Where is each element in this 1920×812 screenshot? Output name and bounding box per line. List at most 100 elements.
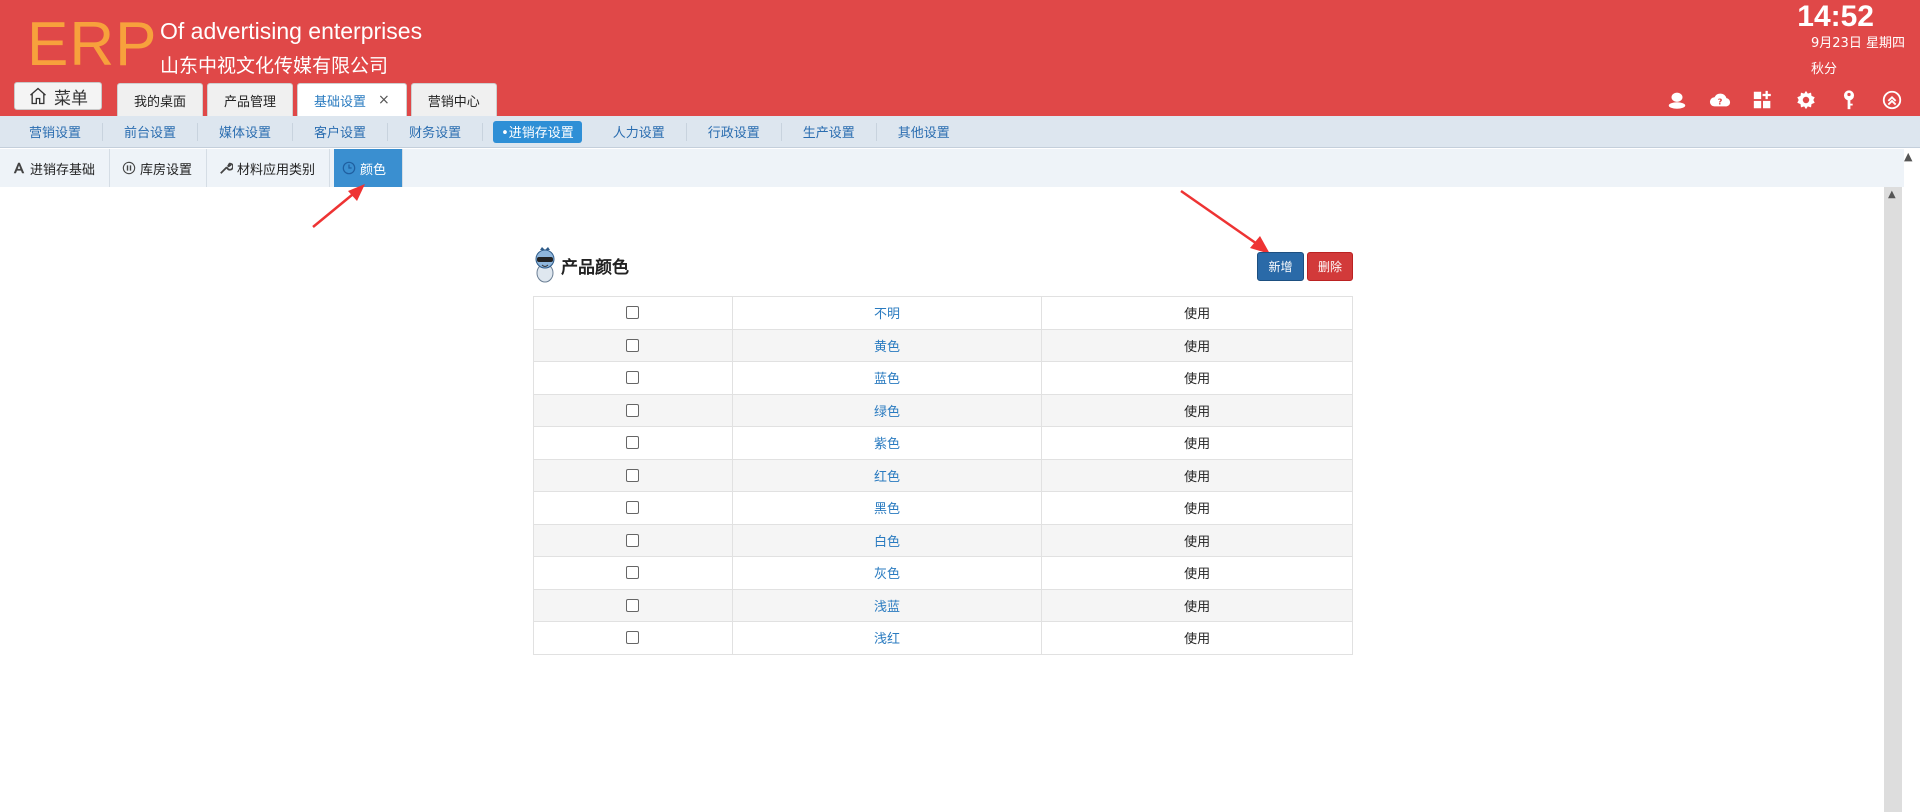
cloud-help-icon[interactable]: ? (1708, 88, 1732, 112)
nav-hr-settings[interactable]: 人力设置 (592, 122, 687, 141)
table-row[interactable]: 浅蓝 使用 (533, 588, 1353, 622)
table-row[interactable]: 绿色 使用 (533, 393, 1353, 427)
table-row[interactable]: 黄色 使用 (533, 328, 1353, 362)
table-row[interactable]: 蓝色 使用 (533, 361, 1353, 395)
tab-label: 基础设置 (314, 94, 367, 110)
subnav-inventory-basics[interactable]: 进销存基础 (0, 149, 111, 187)
table-row[interactable]: 浅红 使用 (533, 621, 1353, 655)
color-name-cell[interactable]: 黑色 (731, 491, 1043, 525)
row-checkbox[interactable] (626, 436, 640, 450)
add-button[interactable]: 新增 (1257, 252, 1304, 281)
nav-front-desk-settings[interactable]: 前台设置 (103, 122, 199, 141)
nav-media-settings[interactable]: 媒体设置 (198, 122, 294, 141)
delete-button[interactable]: 删除 (1307, 252, 1353, 281)
table-row[interactable]: 不明 使用 (533, 296, 1353, 330)
color-name-cell[interactable]: 灰色 (731, 556, 1043, 590)
color-name-cell[interactable]: 蓝色 (731, 361, 1043, 395)
table-row[interactable]: 白色 使用 (533, 523, 1353, 557)
color-name-cell[interactable]: 红色 (731, 458, 1043, 492)
row-checkbox[interactable] (626, 598, 640, 612)
status-cell: 使用 (1041, 588, 1353, 622)
status-cell: 使用 (1041, 458, 1353, 492)
tab-marketing-center[interactable]: 营销中心 (410, 83, 497, 116)
subnav-label: 材料应用类别 (237, 162, 316, 178)
status-cell: 使用 (1041, 393, 1353, 427)
row-checkbox[interactable] (626, 403, 640, 417)
subnav-label: 进销存基础 (30, 162, 96, 178)
tab-product-management[interactable]: 产品管理 (207, 83, 294, 116)
tab-my-desktop[interactable]: 我的桌面 (117, 83, 204, 116)
status-cell: 使用 (1041, 361, 1353, 395)
subnav-warehouse-settings[interactable]: 库房设置 (110, 149, 208, 187)
pause-circle-icon (122, 161, 136, 175)
tab-basic-settings[interactable]: 基础设置 × (297, 83, 407, 116)
row-select-cell (533, 523, 733, 557)
color-name-cell[interactable]: 黄色 (731, 328, 1043, 362)
color-name-cell[interactable]: 浅红 (731, 621, 1043, 655)
nav-inventory-settings[interactable]: •进销存设置 (493, 120, 582, 143)
row-checkbox[interactable] (626, 371, 640, 385)
color-name-cell[interactable]: 白色 (731, 523, 1043, 557)
tab-label: 我的桌面 (134, 94, 187, 110)
mascot-icon (535, 247, 555, 283)
row-checkbox[interactable] (626, 338, 640, 352)
app-header: ERP Of advertising enterprises 山东中视文化传媒有… (0, 0, 1920, 116)
subnav-label: 颜色 (360, 162, 387, 178)
row-select-cell (533, 296, 733, 330)
nav-other-settings[interactable]: 其他设置 (877, 123, 971, 141)
panel-title: 产品颜色 (533, 247, 629, 283)
home-icon (30, 87, 46, 105)
svg-text:?: ? (1718, 97, 1723, 107)
row-checkbox[interactable] (626, 566, 640, 580)
row-checkbox[interactable] (626, 306, 640, 320)
brand-name-cn: 山东中视文化传媒有限公司 (160, 55, 389, 77)
row-select-cell (533, 426, 733, 460)
key-icon[interactable] (1837, 88, 1861, 112)
row-select-cell (533, 588, 733, 622)
status-cell: 使用 (1041, 426, 1353, 460)
outer-scroll-up-arrow[interactable]: ▲ (1904, 150, 1912, 163)
annotation-arrow-add-button (1180, 189, 1270, 254)
subnav-label: 库房设置 (140, 162, 193, 178)
color-name-cell[interactable]: 紫色 (731, 426, 1043, 460)
clock-time: 14:52 (1797, 0, 1874, 33)
scroll-up-arrow[interactable]: ▲ (1888, 189, 1896, 200)
top-tab-bar: 我的桌面 产品管理 基础设置 × 营销中心 (117, 83, 497, 116)
nav-customer-settings[interactable]: 客户设置 (293, 122, 389, 141)
tab-label: 产品管理 (224, 94, 277, 110)
menu-button-label: 菜单 (54, 88, 88, 109)
nav-production-settings[interactable]: 生产设置 (782, 122, 877, 141)
solar-term: 秋分 (1811, 62, 1838, 77)
user-icon[interactable] (1665, 88, 1689, 112)
content-scrollbar[interactable]: ▲ (1884, 187, 1902, 812)
subnav-colors[interactable]: 颜色 (334, 149, 404, 187)
color-name-cell[interactable]: 不明 (731, 296, 1043, 330)
table-row[interactable]: 紫色 使用 (533, 426, 1353, 460)
color-table: 不明 使用 黄色 使用 蓝色 使用 绿色 使用 紫色 使用 红色 使用 黑色 使用 白色 使用 灰色 使用 浅蓝 使用… (533, 296, 1353, 655)
close-icon[interactable]: × (378, 92, 390, 108)
grid-add-icon[interactable] (1751, 88, 1775, 112)
table-row[interactable]: 红色 使用 (533, 458, 1353, 492)
table-row[interactable]: 灰色 使用 (533, 556, 1353, 590)
gear-icon[interactable] (1794, 88, 1818, 112)
nav-marketing-settings[interactable]: 营销设置 (8, 122, 104, 141)
logo: ERP (27, 10, 158, 79)
table-row[interactable]: 黑色 使用 (533, 491, 1353, 525)
wrench-icon (220, 162, 234, 174)
row-checkbox[interactable] (626, 501, 640, 515)
menu-button[interactable]: 菜单 (14, 82, 102, 110)
clock-icon (342, 161, 356, 175)
row-checkbox[interactable] (626, 533, 640, 547)
row-checkbox[interactable] (626, 468, 640, 482)
subnav-material-categories[interactable]: 材料应用类别 (207, 149, 331, 187)
nav-admin-settings[interactable]: 行政设置 (687, 122, 782, 141)
row-checkbox[interactable] (626, 631, 640, 645)
color-name-cell[interactable]: 绿色 (731, 393, 1043, 427)
row-select-cell (533, 458, 733, 492)
brand-name-en: Of advertising enterprises (160, 18, 423, 44)
collapse-up-icon[interactable] (1880, 88, 1904, 112)
color-name-cell[interactable]: 浅蓝 (731, 588, 1043, 622)
font-a-icon (13, 162, 25, 174)
row-select-cell (533, 361, 733, 395)
nav-finance-settings[interactable]: 财务设置 (388, 122, 484, 141)
